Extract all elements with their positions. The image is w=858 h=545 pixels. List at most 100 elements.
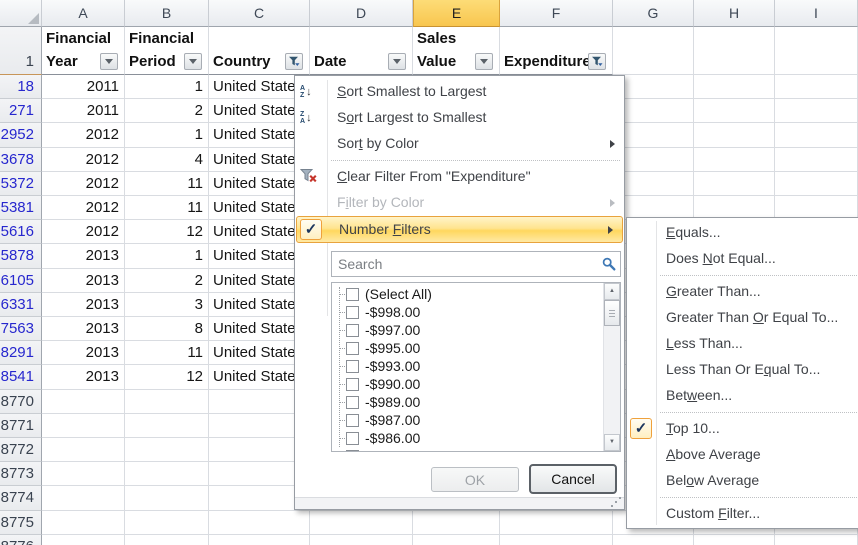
grid-cell[interactable]: 2012: [42, 220, 125, 244]
column-header-f[interactable]: F: [500, 0, 613, 27]
checkbox[interactable]: [346, 306, 359, 319]
checkbox[interactable]: [346, 288, 359, 301]
checkbox[interactable]: [346, 432, 359, 445]
grid-cell[interactable]: [694, 123, 775, 147]
grid-cell[interactable]: 2012: [42, 148, 125, 172]
checkbox[interactable]: [346, 342, 359, 355]
grid-cell[interactable]: 8: [125, 317, 209, 341]
column-header-d[interactable]: D: [310, 0, 413, 27]
grid-cell[interactable]: 2013: [42, 244, 125, 268]
header-cell-f[interactable]: Expenditure: [500, 27, 613, 75]
grid-cell[interactable]: [694, 535, 775, 545]
filter-dropdown-button-e[interactable]: [475, 53, 493, 70]
row-header-7563[interactable]: 7563: [0, 317, 42, 341]
grid-cell[interactable]: 2012: [42, 196, 125, 220]
column-header-c[interactable]: C: [209, 0, 310, 27]
row-header-6105[interactable]: 6105: [0, 269, 42, 293]
grid-cell[interactable]: [613, 172, 694, 196]
grid-cell[interactable]: [500, 511, 613, 535]
submenu-item-top-10[interactable]: ✓Top 10...: [627, 416, 858, 442]
grid-cell[interactable]: [500, 535, 613, 545]
grid-cell[interactable]: 2012: [42, 123, 125, 147]
grid-cell[interactable]: 1: [125, 244, 209, 268]
submenu-item-greater-than[interactable]: Greater Than...: [627, 279, 858, 305]
checkbox[interactable]: [346, 414, 359, 427]
grid-cell[interactable]: 2013: [42, 341, 125, 365]
row-header-18[interactable]: 18: [0, 75, 42, 99]
grid-cell[interactable]: 1: [125, 75, 209, 99]
grid-cell[interactable]: 11: [125, 341, 209, 365]
filter-value-item[interactable]: -$986.00: [332, 429, 603, 447]
checkbox[interactable]: [346, 324, 359, 337]
grid-cell[interactable]: 2013: [42, 365, 125, 389]
grid-cell[interactable]: [775, 535, 858, 545]
filter-dropdown-button-b[interactable]: [184, 53, 202, 70]
grid-cell[interactable]: [125, 486, 209, 510]
filter-value-item[interactable]: -$989.00: [332, 393, 603, 411]
select-all-corner[interactable]: [0, 0, 42, 27]
grid-cell[interactable]: [775, 123, 858, 147]
grid-cell[interactable]: [42, 511, 125, 535]
submenu-item-equals[interactable]: Equals...: [627, 220, 858, 246]
grid-cell[interactable]: 2013: [42, 293, 125, 317]
menu-item-sort-smallest-to-largest[interactable]: AZ↓Sort Smallest to Largest: [295, 79, 624, 105]
grid-cell[interactable]: [42, 486, 125, 510]
header-cell-d[interactable]: Date: [310, 27, 413, 75]
column-header-h[interactable]: H: [694, 0, 775, 27]
grid-cell[interactable]: 12: [125, 220, 209, 244]
header-cell-b[interactable]: FinancialPeriod: [125, 27, 209, 75]
grid-cell[interactable]: [694, 99, 775, 123]
header-cell-c[interactable]: Country: [209, 27, 310, 75]
filter-value-item[interactable]: (Select All): [332, 285, 603, 303]
column-header-a[interactable]: A: [42, 0, 125, 27]
checkbox[interactable]: [346, 396, 359, 409]
grid-cell[interactable]: [413, 535, 500, 545]
grid-cell[interactable]: 3: [125, 293, 209, 317]
grid-cell[interactable]: [694, 148, 775, 172]
grid-cell[interactable]: [209, 511, 310, 535]
grid-cell[interactable]: [613, 123, 694, 147]
menu-item-sort-by-color[interactable]: Sort by Color: [295, 131, 624, 157]
row-header-8770[interactable]: 8770: [0, 390, 42, 414]
header-cell-g[interactable]: [613, 27, 694, 75]
submenu-item-below-average[interactable]: Below Average: [627, 468, 858, 494]
filter-value-item[interactable]: [332, 447, 603, 452]
cancel-button[interactable]: Cancel: [529, 464, 617, 494]
menu-item-filter-by-color[interactable]: Filter by Color: [295, 190, 624, 216]
submenu-item-above-average[interactable]: Above Average: [627, 442, 858, 468]
row-header-8772[interactable]: 8772: [0, 438, 42, 462]
row-header-8775[interactable]: 8775: [0, 511, 42, 535]
grid-cell[interactable]: [775, 75, 858, 99]
grid-cell[interactable]: [613, 75, 694, 99]
filter-dropdown-button-d[interactable]: [388, 53, 406, 70]
header-cell-a[interactable]: FinancialYear: [42, 27, 125, 75]
row-header-6331[interactable]: 6331: [0, 293, 42, 317]
grid-cell[interactable]: [125, 535, 209, 545]
grid-cell[interactable]: [125, 462, 209, 486]
filter-value-item[interactable]: -$987.00: [332, 411, 603, 429]
grid-cell[interactable]: [694, 172, 775, 196]
row-header-8773[interactable]: 8773: [0, 462, 42, 486]
filter-value-item[interactable]: -$990.00: [332, 375, 603, 393]
submenu-item-greater-than-or-equal-to[interactable]: Greater Than Or Equal To...: [627, 305, 858, 331]
row-header-271[interactable]: 271: [0, 99, 42, 123]
grid-cell[interactable]: 2013: [42, 269, 125, 293]
grid-cell[interactable]: 11: [125, 196, 209, 220]
grid-cell[interactable]: 1: [125, 123, 209, 147]
grid-cell[interactable]: 2: [125, 99, 209, 123]
row-header-1[interactable]: 1: [0, 27, 42, 75]
grid-cell[interactable]: [42, 535, 125, 545]
grid-cell[interactable]: [775, 172, 858, 196]
submenu-item-custom-filter[interactable]: Custom Filter...: [627, 501, 858, 527]
menu-item-clear-filter-from-expenditure[interactable]: Clear Filter From "Expenditure": [295, 164, 624, 190]
header-cell-i[interactable]: [775, 27, 858, 75]
checkbox[interactable]: [346, 360, 359, 373]
grid-cell[interactable]: [125, 438, 209, 462]
column-header-b[interactable]: B: [125, 0, 209, 27]
filter-dropdown-button-a[interactable]: [100, 53, 118, 70]
row-header-5878[interactable]: 5878: [0, 244, 42, 268]
row-header-8776[interactable]: 8776: [0, 535, 42, 545]
grid-cell[interactable]: [775, 99, 858, 123]
checkbox[interactable]: [346, 378, 359, 391]
grid-cell[interactable]: [125, 511, 209, 535]
